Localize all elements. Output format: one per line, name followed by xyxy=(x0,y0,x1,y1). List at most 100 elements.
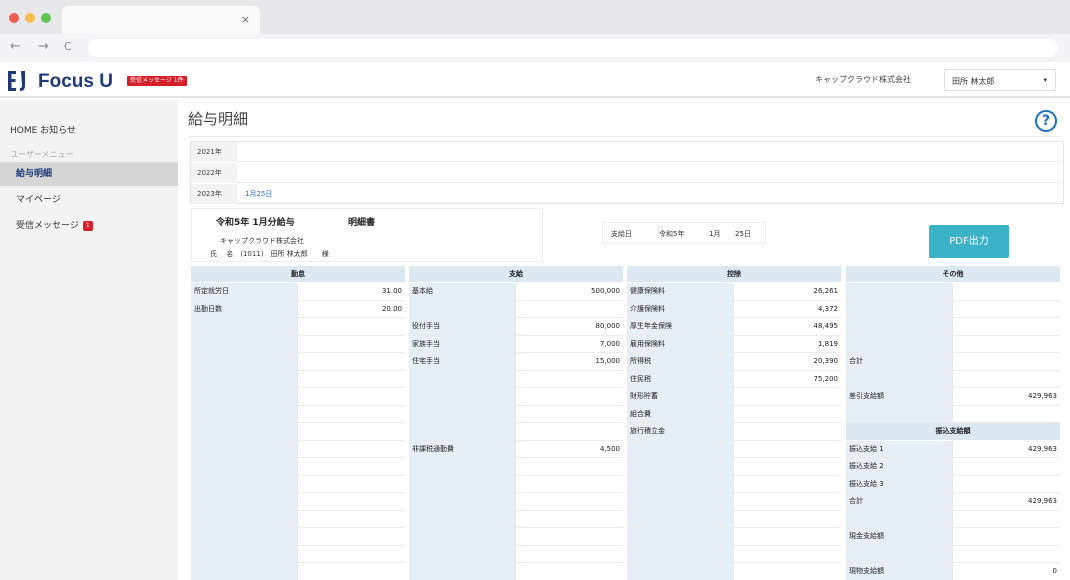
year-row: 2023年 1月25日 xyxy=(191,184,1063,204)
row-label: 組合費 xyxy=(627,405,733,422)
table-row xyxy=(191,458,405,476)
row-value xyxy=(952,545,1060,562)
table-row xyxy=(627,493,841,511)
table-row xyxy=(627,475,841,493)
year-label: 2023年 xyxy=(191,184,237,204)
row-label: 住宅手当 xyxy=(409,353,515,370)
row-label: 合計 xyxy=(846,353,952,370)
sidebar-home-link[interactable]: HOME お知らせ xyxy=(10,123,76,136)
table-row xyxy=(846,335,1060,353)
maximize-window-button[interactable] xyxy=(41,13,51,23)
row-label xyxy=(846,370,952,387)
logo-text[interactable]: Focus U xyxy=(38,71,113,93)
row-label xyxy=(627,440,733,457)
row-value: 1,819 xyxy=(733,335,841,352)
payslip-title-suffix: 明細書 xyxy=(348,218,376,228)
table-row xyxy=(409,405,623,423)
row-label xyxy=(191,475,297,492)
row-label: 差引支給額 xyxy=(846,388,952,405)
table-row xyxy=(409,563,623,580)
chevron-down-icon: ▾ xyxy=(1043,76,1047,84)
back-icon[interactable]: ← xyxy=(10,40,21,54)
row-value xyxy=(515,510,623,527)
row-value xyxy=(297,528,405,545)
table-other: その他 合計 差引支給額 429,963 振込支給額 振込支給 1 429,963 振込支給… xyxy=(846,266,1060,580)
minimize-window-button[interactable] xyxy=(25,13,35,23)
page-title: 給与明細 xyxy=(188,110,249,128)
table-row: 雇用保険料 1,819 xyxy=(627,335,841,353)
tab-close-icon[interactable]: × xyxy=(241,13,250,26)
row-value xyxy=(297,318,405,335)
row-value xyxy=(297,510,405,527)
message-count-badge[interactable]: 受信メッセージ 1件 xyxy=(127,76,187,86)
row-label xyxy=(627,563,733,580)
forward-icon[interactable]: → xyxy=(38,40,49,54)
year-row: 2022年 xyxy=(191,163,1063,183)
row-label xyxy=(409,370,515,387)
row-value xyxy=(733,545,841,562)
row-label: 非課税通勤費 xyxy=(409,440,515,457)
sidebar-item-payslip[interactable]: 給与明細 xyxy=(0,162,178,186)
row-label xyxy=(191,440,297,457)
table-deduction: 控除 健康保険料 26,261 介護保険料 4,372 厚生年金保険 48,495 雇用保険… xyxy=(627,266,841,580)
table-attendance: 勤怠 所定就労日 31.00 出勤日数 20.00 xyxy=(191,266,405,580)
company-name: キャップクラウド株式会社 xyxy=(815,75,911,84)
row-value xyxy=(297,458,405,475)
row-label: 振込支給 1 xyxy=(846,440,952,457)
row-value xyxy=(952,528,1060,545)
close-window-button[interactable] xyxy=(9,13,19,23)
table-header: 支給 xyxy=(409,266,623,283)
table-row xyxy=(627,440,841,458)
row-label: 健康保険料 xyxy=(627,283,733,300)
user-select[interactable]: 田所 林太郎 ▾ xyxy=(944,69,1056,91)
sidebar-section-label: ユーザーメニュー xyxy=(10,150,74,159)
row-value: 75,200 xyxy=(733,370,841,387)
table-row: 合計 429,963 xyxy=(846,493,1060,511)
row-label: 旅行積立金 xyxy=(627,423,733,440)
row-value: 4,372 xyxy=(733,300,841,317)
row-value xyxy=(515,475,623,492)
row-value xyxy=(733,528,841,545)
table-row xyxy=(409,370,623,388)
row-value xyxy=(515,545,623,562)
payday-era: 令和5年 xyxy=(659,230,685,238)
row-label: 介護保険料 xyxy=(627,300,733,317)
browser-toolbar: ← → C xyxy=(0,34,1070,62)
row-label xyxy=(191,405,297,422)
row-value xyxy=(733,475,841,492)
address-bar[interactable] xyxy=(88,39,1058,57)
row-label: 合計 xyxy=(846,493,952,510)
table-row xyxy=(627,458,841,476)
row-value xyxy=(733,440,841,457)
table-row xyxy=(409,458,623,476)
pdf-export-button[interactable]: PDF出力 xyxy=(929,225,1009,258)
row-label xyxy=(627,510,733,527)
table-row xyxy=(409,493,623,511)
year-link[interactable]: 1月25日 xyxy=(245,184,272,204)
table-row xyxy=(191,475,405,493)
row-value: 500,000 xyxy=(515,283,623,300)
row-label xyxy=(191,318,297,335)
table-row xyxy=(191,493,405,511)
row-label: 厚生年金保険 xyxy=(627,318,733,335)
table-row xyxy=(191,440,405,458)
row-label xyxy=(627,493,733,510)
help-icon[interactable]: ? xyxy=(1035,110,1057,132)
user-name: 田所 林太郎 xyxy=(952,77,995,86)
row-label xyxy=(409,528,515,545)
sidebar-item-label: マイページ xyxy=(16,195,61,205)
table-row: 財形貯蓄 xyxy=(627,388,841,406)
row-value xyxy=(297,353,405,370)
row-label xyxy=(846,300,952,317)
row-value xyxy=(297,405,405,422)
browser-tab[interactable]: × xyxy=(62,6,260,34)
browser-chrome: × ← → C xyxy=(0,0,1070,62)
reload-icon[interactable]: C xyxy=(64,40,72,54)
row-value: 0 xyxy=(952,563,1060,580)
table-row xyxy=(846,283,1060,301)
row-value xyxy=(952,370,1060,387)
row-label xyxy=(191,545,297,562)
sidebar-item-messages[interactable]: 受信メッセージ 1 xyxy=(0,214,178,238)
table-row xyxy=(409,545,623,563)
sidebar-item-mypage[interactable]: マイページ xyxy=(0,188,178,212)
